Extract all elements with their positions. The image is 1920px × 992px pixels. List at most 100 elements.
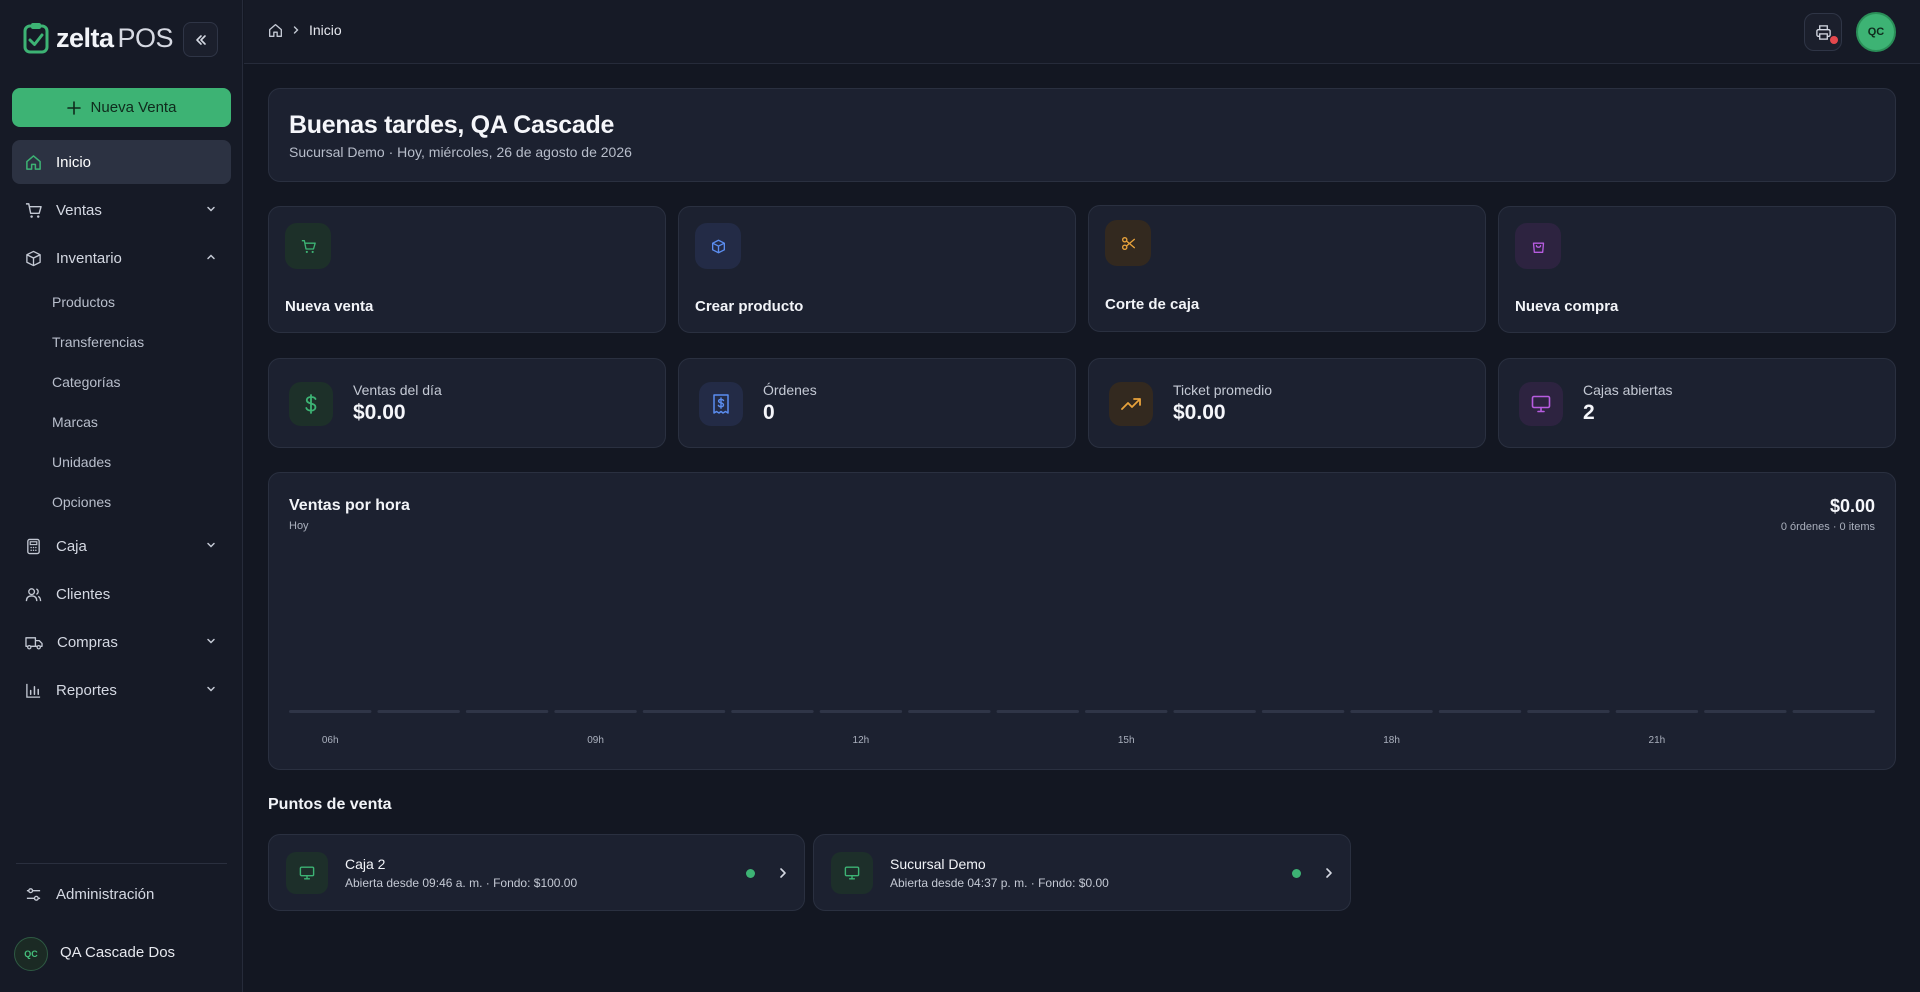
chart-bar[interactable] <box>1438 710 1522 713</box>
pos-card-sucursal-demo[interactable]: Sucursal Demo Abierta desde 04:37 p. m. … <box>813 834 1351 911</box>
chart-bar[interactable] <box>1615 710 1699 713</box>
home-icon <box>26 154 41 170</box>
chart-bar[interactable] <box>1261 710 1345 713</box>
quick-action-create-product[interactable]: Crear producto <box>678 206 1076 333</box>
chevron-down-icon <box>207 206 215 212</box>
collapse-sidebar-button[interactable] <box>183 22 218 57</box>
sidebar-item-label: Administración <box>56 885 155 903</box>
quick-action-new-sale[interactable]: Nueva venta <box>268 206 666 333</box>
printer-icon <box>1815 24 1831 40</box>
stat-value: $0.00 <box>353 401 406 424</box>
breadcrumb-current: Inicio <box>309 22 342 38</box>
sidebar-item-clientes[interactable]: Clientes <box>12 572 231 616</box>
sidebar-item-label: Caja <box>56 537 87 555</box>
scissors-icon <box>1105 220 1151 266</box>
brand-name: zelta POS <box>56 22 174 53</box>
account-avatar[interactable]: QC <box>1856 12 1896 52</box>
sales-by-hour-card: Ventas por hora Hoy $0.00 0 órdenes · 0 … <box>268 472 1896 770</box>
chart-bar[interactable] <box>554 710 637 713</box>
chart-bar[interactable] <box>1350 710 1433 713</box>
stat-label: Órdenes <box>763 382 817 398</box>
cart-icon <box>285 223 331 269</box>
chart-bar[interactable] <box>465 710 549 713</box>
sidebar-item-reportes[interactable]: Reportes <box>12 668 231 712</box>
chevron-right-icon <box>293 26 299 34</box>
truck-icon <box>25 636 43 649</box>
stat-value: $0.00 <box>1173 401 1226 424</box>
stat-card-orders: Órdenes 0 <box>678 358 1076 448</box>
sidebar-item-label: Inicio <box>56 153 92 171</box>
pos-detail: Abierta desde 04:37 p. m. · Fondo: $0.00 <box>890 876 1109 890</box>
chart-tick-label: 06h <box>322 735 339 746</box>
topbar: Inicio QC <box>244 0 1920 64</box>
quick-action-label: Nueva compra <box>1515 298 1619 315</box>
sidebar-item-caja[interactable]: Caja <box>12 524 231 568</box>
box-icon <box>695 223 741 269</box>
box-icon <box>26 250 41 266</box>
sidebar-divider <box>16 863 227 864</box>
stat-value: 2 <box>1583 401 1595 424</box>
stat-label: Ticket promedio <box>1173 382 1273 398</box>
sidebar-item-inicio[interactable]: Inicio <box>12 140 231 184</box>
home-icon[interactable] <box>268 23 283 38</box>
sidebar-item-label: Clientes <box>56 585 111 603</box>
chevron-down-icon <box>207 686 215 692</box>
sidebar-subitem-transferencias[interactable]: Transferencias <box>52 334 144 350</box>
stat-card-sales: Ventas del día $0.00 <box>268 358 666 448</box>
logo-icon <box>23 23 49 54</box>
chart-bar[interactable] <box>1173 710 1256 713</box>
sidebar-item-label: Compras <box>57 633 118 651</box>
sidebar-item-administracion[interactable]: Administración <box>12 872 231 916</box>
chart-tick-label: 15h <box>1118 735 1135 746</box>
quick-action-label: Corte de caja <box>1105 296 1200 313</box>
chart-bar[interactable] <box>289 710 372 713</box>
sidebar-subitem-productos[interactable]: Productos <box>52 294 115 310</box>
cart-icon <box>25 202 42 218</box>
users-icon <box>25 587 42 601</box>
sidebar-subitem-unidades[interactable]: Unidades <box>52 454 111 470</box>
new-sale-label: Nueva Venta <box>90 99 177 116</box>
chevrons-left-icon <box>195 34 206 45</box>
chart-bar[interactable] <box>996 710 1079 713</box>
new-sale-button[interactable]: Nueva Venta <box>12 88 231 127</box>
chart-bar[interactable] <box>908 710 991 713</box>
chart-bar[interactable] <box>1704 710 1787 713</box>
sidebar-item-label: Ventas <box>56 201 102 219</box>
greeting-title: Buenas tardes, QA Cascade <box>289 111 615 139</box>
chart-bar[interactable] <box>642 710 726 713</box>
sidebar-item-compras[interactable]: Compras <box>12 620 231 664</box>
chart-bar[interactable] <box>1792 710 1875 713</box>
pos-card-caja-2[interactable]: Caja 2 Abierta desde 09:46 a. m. · Fondo… <box>268 834 805 911</box>
user-avatar[interactable]: QC <box>14 937 48 971</box>
quick-action-cash-cut[interactable]: Corte de caja <box>1088 205 1486 332</box>
sidebar-item-inventario[interactable]: Inventario <box>12 236 231 280</box>
stat-card-avg-ticket: Ticket promedio $0.00 <box>1088 358 1486 448</box>
sidebar-item-ventas[interactable]: Ventas <box>12 188 231 232</box>
pos-status-dot <box>1292 869 1301 878</box>
pos-name: Sucursal Demo <box>890 856 986 872</box>
user-name[interactable]: QA Cascade Dos <box>60 944 175 961</box>
chart-tick-label: 21h <box>1649 735 1666 746</box>
sidebar-subitem-marcas[interactable]: Marcas <box>52 414 98 430</box>
brand[interactable]: zelta POS <box>22 22 174 54</box>
printer-button[interactable] <box>1804 13 1842 51</box>
chart-bar[interactable] <box>1527 710 1610 713</box>
plus-icon <box>66 100 81 115</box>
chevron-down-icon <box>207 542 215 548</box>
sidebar-item-label: Reportes <box>56 681 117 699</box>
pos-status-dot <box>746 869 755 878</box>
chart-bar[interactable] <box>377 710 460 713</box>
calculator-icon <box>27 538 40 554</box>
chevron-right-icon <box>1326 868 1332 878</box>
chart-bar[interactable] <box>819 710 903 713</box>
sidebar-subitem-categorias[interactable]: Categorías <box>52 374 120 390</box>
breadcrumb: Inicio <box>268 22 342 38</box>
quick-action-new-purchase[interactable]: Nueva compra <box>1498 206 1896 333</box>
sidebar: zelta POS Nueva Venta Inicio Ventas Inven… <box>0 0 243 992</box>
sidebar-subitem-opciones[interactable]: Opciones <box>52 494 111 510</box>
chart-bar[interactable] <box>1085 710 1168 713</box>
monitor-icon <box>286 852 328 894</box>
chart-bar[interactable] <box>731 710 814 713</box>
stat-label: Cajas abiertas <box>1583 382 1673 398</box>
chart-tick-label: 12h <box>853 735 870 746</box>
